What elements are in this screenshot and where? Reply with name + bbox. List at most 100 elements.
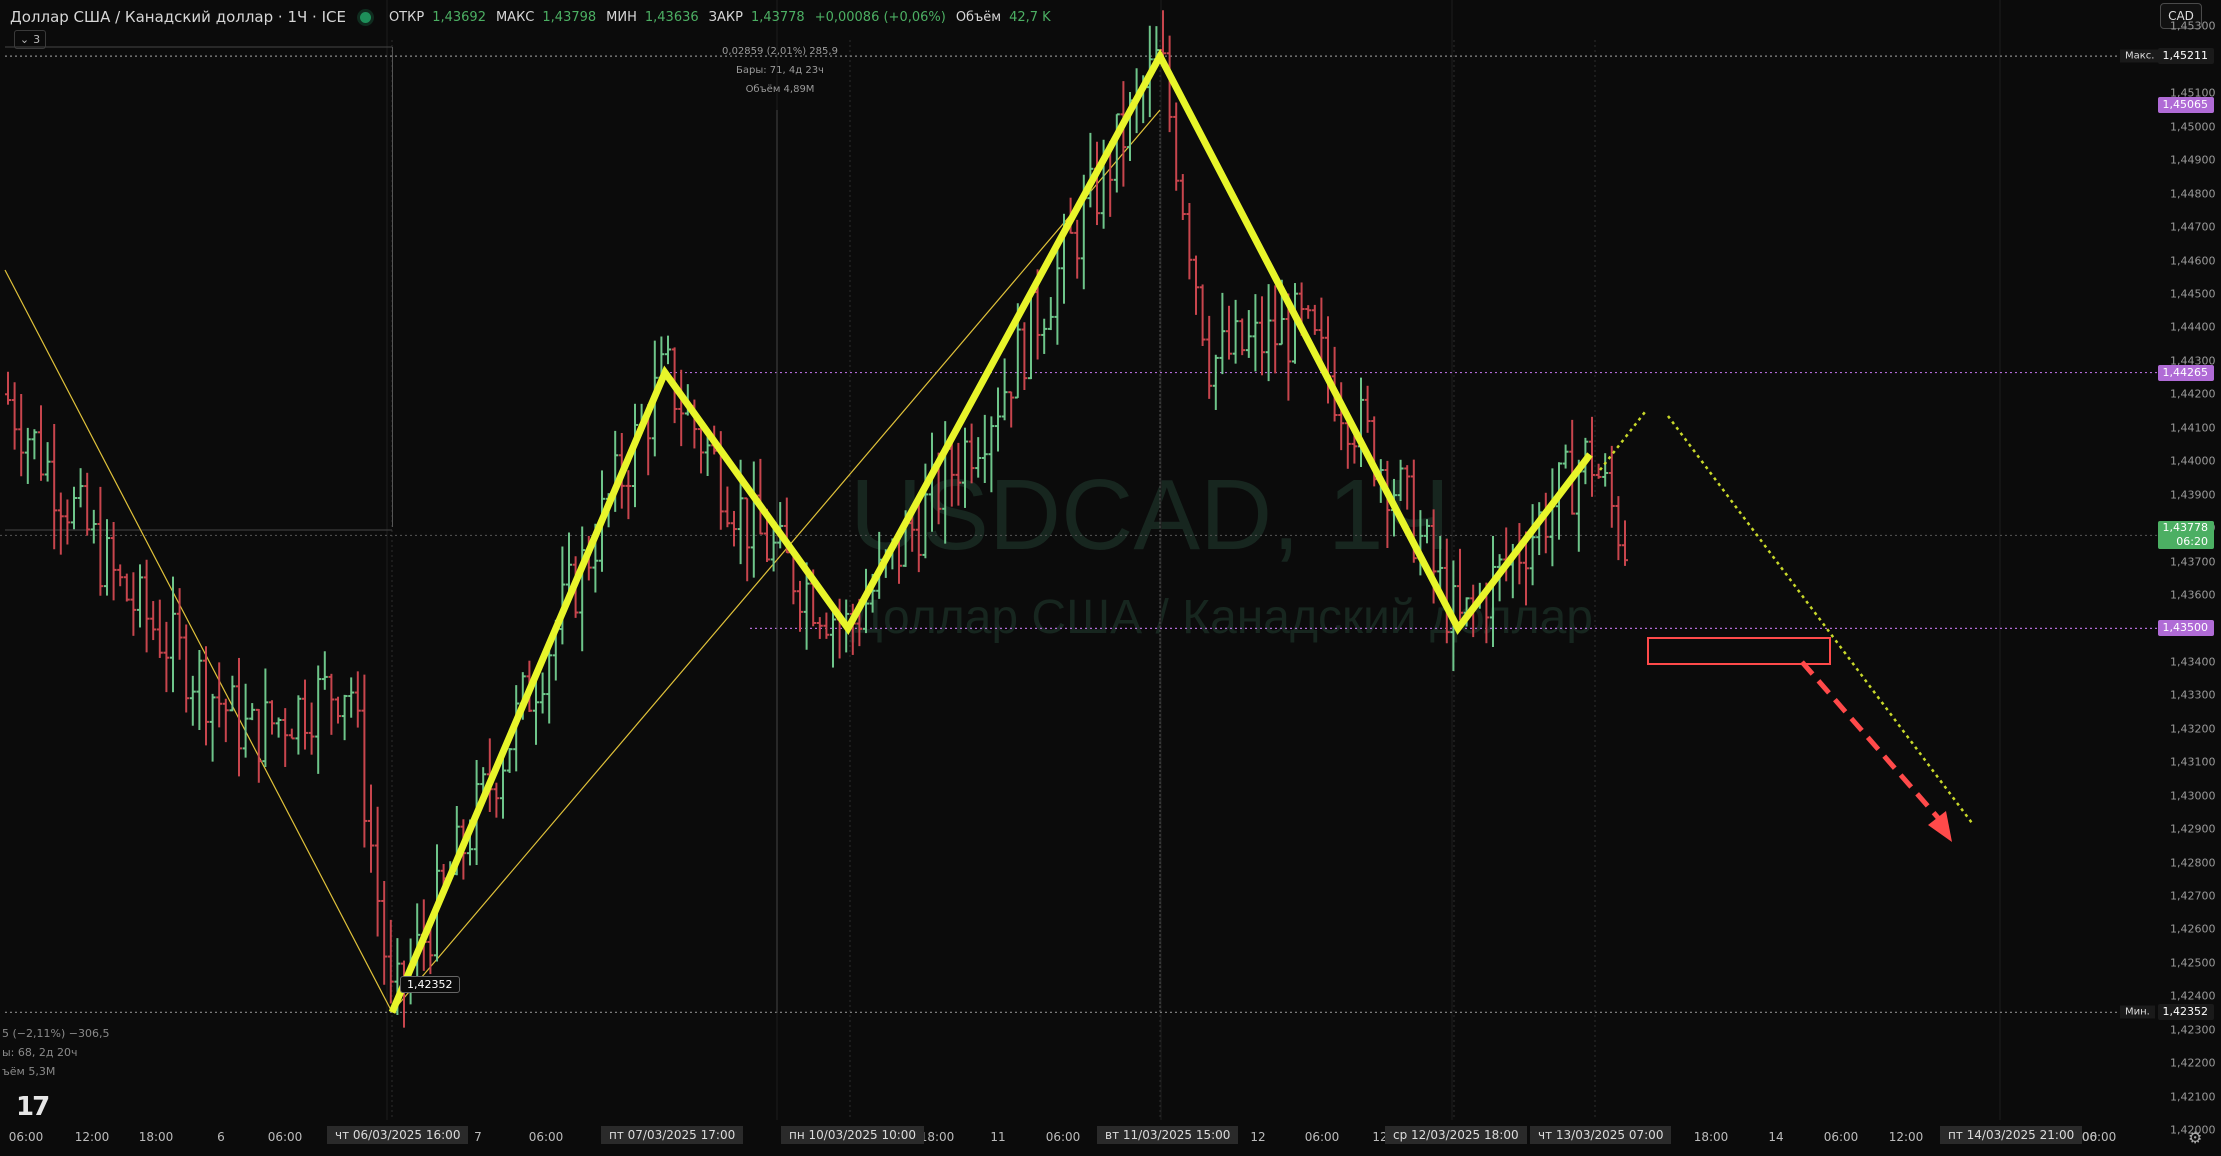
projection-line: [1666, 415, 1974, 824]
price-tick: 1,44500: [2170, 287, 2216, 301]
measure2-change: 5 (−2,11%) −306,5: [2, 1027, 110, 1040]
time-highlight: ср 12/03/2025 18:00: [1385, 1126, 1527, 1144]
indicators-toggle[interactable]: ⌄ 3: [14, 30, 46, 49]
symbol-legend: Доллар США / Канадский доллар · 1Ч · ICE…: [10, 4, 1053, 30]
measure-bars: Бары: 71, 4д 23ч: [736, 65, 824, 76]
time-label: 06:00: [528, 1130, 564, 1144]
price-tick: 1,43000: [2170, 789, 2216, 803]
price-axis[interactable]: 1,454001,453001,451001,450001,449001,448…: [2158, 0, 2221, 1156]
price-tick: 1,45000: [2170, 120, 2216, 134]
price-tag-min: 1,42352: [2158, 1004, 2214, 1021]
price-tag-prefix: Макс.: [2120, 49, 2160, 63]
time-label: 06:00: [1304, 1130, 1340, 1144]
arrow-head-icon: [1928, 811, 1952, 842]
price-tick: 1,42300: [2170, 1023, 2216, 1037]
symbol-title[interactable]: Доллар США / Канадский доллар · 1Ч · ICE: [10, 8, 346, 26]
measure-tooltip: 0,02859 (2,01%) 285,9 Бары: 71, 4д 23ч О…: [700, 42, 860, 99]
price-tick: 1,42600: [2170, 922, 2216, 936]
time-label: 06:00: [2081, 1130, 2117, 1144]
time-label: 18:00: [138, 1130, 174, 1144]
price-tick: 1,43700: [2170, 555, 2216, 568]
measure-tooltip-2: 5 (−2,11%) −306,5 ы: 68, 2д 20ч ъём 5,3M: [2, 1024, 109, 1081]
time-label: 11: [990, 1130, 1006, 1144]
price-tick: 1,42700: [2170, 889, 2216, 903]
measure2-volume: ъём 5,3M: [2, 1065, 56, 1078]
chart-canvas[interactable]: USDCAD, 1Ч Доллар США / Канадский доллар: [0, 0, 2221, 1156]
price-tick: 1,45300: [2170, 19, 2216, 33]
time-highlight: пн 10/03/2025 10:00: [781, 1126, 925, 1144]
price-tick: 1,42500: [2170, 956, 2216, 970]
high-value: 1,43798: [542, 9, 597, 25]
time-label: 12:00: [74, 1130, 110, 1144]
measure-volume: Объём 4,89M: [745, 84, 815, 95]
low-label: МИН: [606, 9, 637, 25]
price-tick: 1,44800: [2170, 187, 2216, 201]
trend-line: [391, 109, 1161, 1013]
price-tick: 1,44600: [2170, 254, 2216, 267]
open-value: 1,43692: [432, 9, 486, 25]
chevron-down-icon: ⌄: [19, 33, 30, 46]
time-label: 6: [217, 1130, 225, 1144]
price-tick: 1,43100: [2170, 755, 2216, 769]
price-tick: 1,44700: [2170, 220, 2216, 234]
time-label: 7: [474, 1130, 482, 1144]
measure-change: 0,02859 (2,01%) 285,9: [722, 46, 838, 57]
gear-icon[interactable]: ⚙: [2188, 1128, 2202, 1147]
time-label: 12:00: [1888, 1130, 1924, 1144]
time-label: 12: [1250, 1130, 1266, 1144]
time-label: 06:00: [8, 1130, 44, 1144]
price-tick: 1,42800: [2170, 856, 2216, 869]
time-label: 18:00: [919, 1130, 955, 1144]
indicator-count: 3: [33, 33, 41, 46]
trend-line: [4, 269, 393, 1013]
price-tag-purple: 1,44265: [2158, 364, 2214, 381]
price-tick: 1,42100: [2170, 1090, 2216, 1104]
volume-value: 42,7 K: [1009, 9, 1051, 25]
time-label: 14: [1768, 1130, 1784, 1144]
price-tick: 1,43200: [2170, 722, 2216, 736]
time-highlight: пт 14/03/2025 21:00: [1940, 1126, 2083, 1144]
price-tag-purple: 1,45065: [2158, 96, 2214, 113]
price-tick: 1,44200: [2170, 387, 2216, 401]
pattern-zigzag: [388, 48, 1593, 1014]
open-label: ОТКР: [388, 9, 425, 25]
time-label: 06:00: [1045, 1130, 1081, 1144]
time-highlight: чт 13/03/2025 07:00: [1530, 1126, 1672, 1144]
change-value: +0,00086 (+0,06%): [814, 9, 946, 25]
price-tick: 1,43600: [2170, 588, 2216, 602]
high-label: МАКС: [495, 9, 535, 25]
measure2-bars: ы: 68, 2д 20ч: [2, 1046, 78, 1059]
price-tick: 1,42200: [2170, 1056, 2216, 1070]
chart-svg[interactable]: [0, 0, 2221, 1156]
time-highlight: вт 11/03/2025 15:00: [1097, 1126, 1239, 1144]
price-tick: 1,43900: [2170, 488, 2216, 502]
price-tick: 1,42900: [2170, 822, 2216, 836]
time-label: 18:00: [1693, 1130, 1729, 1144]
time-axis[interactable]: 06:00 12:00 18:00 6 06:00 7 06:00 18:00 11 06:00 1…: [0, 1124, 2160, 1150]
market-status-icon[interactable]: [359, 11, 371, 23]
price-tick: 1,43300: [2170, 688, 2216, 702]
time-highlight: пт 07/03/2025 17:00: [601, 1126, 744, 1144]
time-label: 06:00: [1823, 1130, 1859, 1144]
price-tick: 1,44900: [2170, 153, 2216, 167]
price-tag-purple: 1,43500: [2158, 620, 2214, 637]
price-tick: 1,44000: [2170, 454, 2216, 468]
price-tick: 1,42400: [2170, 989, 2216, 1003]
low-price-label: 1,42352: [400, 976, 460, 993]
price-tick: 1,44100: [2170, 421, 2216, 435]
projection-line: [1599, 411, 1646, 471]
measure-edge: [392, 47, 393, 527]
price-tag-prefix: Мин.: [2120, 1005, 2155, 1019]
price-tick: 1,43400: [2170, 655, 2216, 669]
price-tag-current: 1,43778 06:20: [2158, 521, 2214, 550]
target-box: [1647, 637, 1831, 665]
tradingview-logo[interactable]: 17: [16, 1092, 50, 1122]
price-tag-max: 1,45211: [2158, 48, 2214, 65]
volume-label: Объём: [955, 9, 1002, 25]
time-highlight: чт 06/03/2025 16:00: [327, 1126, 469, 1144]
close-value: 1,43778: [750, 9, 805, 25]
low-value: 1,43636: [644, 9, 699, 25]
close-label: ЗАКР: [708, 9, 743, 25]
price-tick: 1,44400: [2170, 320, 2216, 334]
time-label: 06:00: [267, 1130, 303, 1144]
